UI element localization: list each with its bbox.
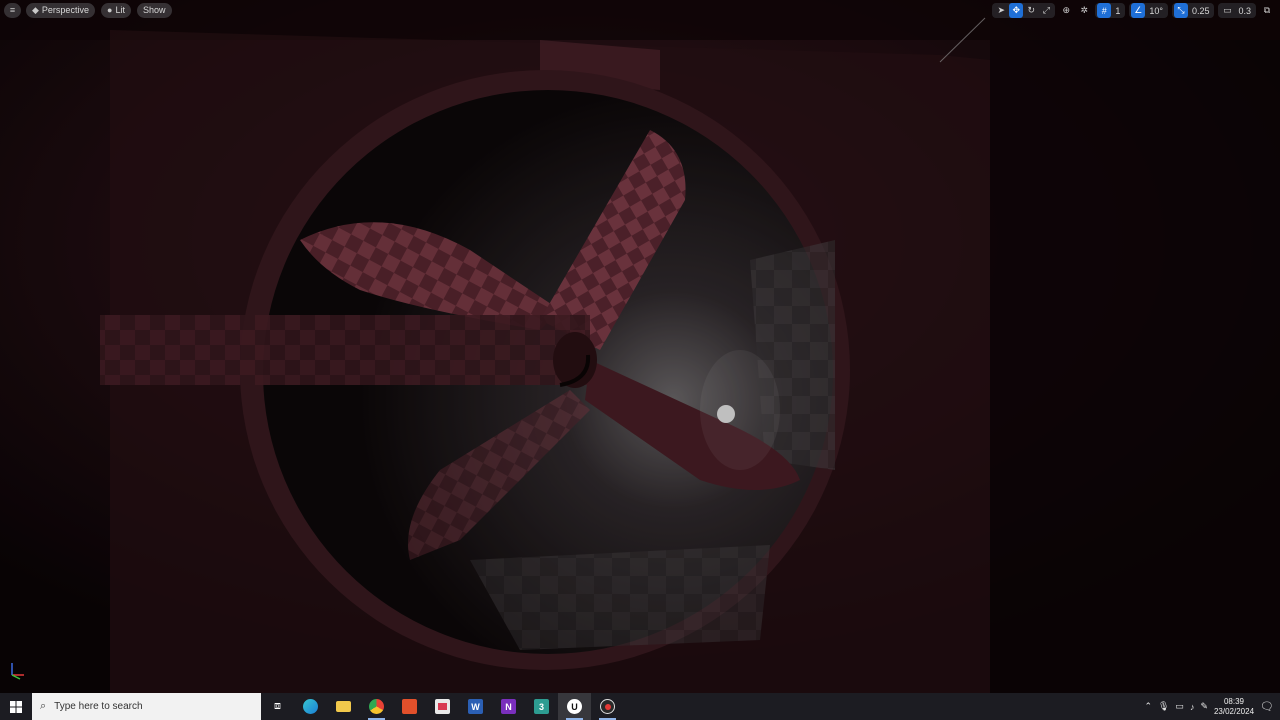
onenote-icon: N	[501, 699, 516, 714]
search-icon: ⌕	[40, 700, 47, 712]
scale-icon: ⤢	[1042, 5, 1050, 15]
scale-tool-button[interactable]: ⤢	[1039, 3, 1053, 18]
taskbar-app-word[interactable]: W	[459, 693, 492, 720]
taskbar-app-recorder[interactable]	[591, 693, 624, 720]
axis-gizmo-icon	[11, 663, 24, 680]
move-icon: ✥	[1012, 5, 1021, 15]
scale-snap-group: ⤡ 0.25	[1171, 3, 1215, 18]
windows-logo-icon	[10, 700, 22, 713]
grid-snap-value[interactable]: 1	[1112, 6, 1123, 16]
grid-icon: #	[1101, 5, 1107, 16]
windows-taskbar: ⌕ Type here to search ⧈ W N 3 U ⌃ 🎙 ▭ ♪ …	[0, 693, 1280, 720]
camera-speed-button[interactable]: ▭	[1220, 3, 1234, 18]
view-mode-button[interactable]: ◆ Perspective	[26, 3, 95, 18]
grid-snap-toggle[interactable]: #	[1097, 3, 1112, 18]
lighting-mode-label: Lit	[115, 5, 125, 15]
task-view-icon: ⧈	[274, 700, 281, 712]
pen-icon[interactable]: ✎	[1200, 701, 1208, 712]
grid-snap-group: # 1	[1095, 3, 1126, 18]
clock-date: 23/02/2024	[1213, 706, 1255, 716]
rotation-snap-group: ∠ 10°	[1129, 3, 1168, 18]
taskbar-app-chrome[interactable]	[360, 693, 393, 720]
clock-time: 08:39	[1223, 696, 1245, 706]
cube-icon: ◆	[32, 5, 39, 15]
rotation-snap-toggle[interactable]: ∠	[1131, 3, 1146, 18]
camera-icon: ▭	[1223, 5, 1232, 15]
globe-icon: ⊕	[1062, 5, 1071, 15]
hamburger-icon: ≡	[9, 5, 16, 15]
move-tool-button[interactable]: ✥	[1009, 3, 1024, 18]
edge-icon	[303, 699, 318, 714]
rotate-tool-button[interactable]: ↻	[1024, 3, 1038, 18]
world-local-toggle[interactable]: ⊕	[1059, 3, 1073, 18]
show-hidden-icons-button[interactable]: ⌃	[1144, 701, 1152, 712]
viewport-menu-button[interactable]: ≡	[4, 3, 21, 18]
taskbar-app-onenote[interactable]: N	[492, 693, 525, 720]
surface-snap-button[interactable]: ✲	[1077, 3, 1091, 18]
select-tool-button[interactable]: ➤	[994, 3, 1008, 18]
view-mode-label: Perspective	[41, 5, 89, 15]
store-icon	[435, 699, 450, 714]
record-icon	[600, 699, 615, 714]
taskbar-app-file-explorer[interactable]	[327, 693, 360, 720]
show-menu-button[interactable]: Show	[137, 3, 172, 18]
maximize-icon: ⧉	[1263, 5, 1271, 15]
lighting-mode-button[interactable]: ● Lit	[101, 3, 131, 18]
surface-snap-icon: ✲	[1080, 5, 1089, 15]
select-icon: ➤	[997, 5, 1006, 15]
scale-snap-value[interactable]: 0.25	[1189, 6, 1213, 16]
notifications-icon[interactable]: 🗨	[1260, 700, 1274, 713]
show-label: Show	[143, 5, 166, 15]
scale-snap-toggle[interactable]: ⤡	[1173, 3, 1188, 18]
task-view-button[interactable]: ⧈	[261, 693, 294, 720]
lit-sphere-icon: ●	[107, 5, 113, 15]
network-icon[interactable]: ▭	[1175, 701, 1184, 712]
maximize-viewport-button[interactable]: ⧉	[1260, 3, 1274, 18]
transform-tool-group: ➤ ✥ ↻ ⤢	[992, 3, 1056, 18]
taskbar-app-3[interactable]: 3	[525, 693, 558, 720]
office-icon	[402, 699, 417, 714]
chrome-icon	[369, 699, 384, 714]
taskbar-app-edge[interactable]	[294, 693, 327, 720]
start-button[interactable]	[0, 693, 32, 720]
clock[interactable]: 08:39 23/02/2024	[1214, 697, 1254, 717]
editor-viewport[interactable]: ≡ ◆ Perspective ● Lit Show ➤ ✥ ↻ ⤢ ⊕ ✲ #…	[0, 0, 1280, 693]
taskbar-search-box[interactable]: ⌕ Type here to search	[32, 693, 261, 720]
word-icon: W	[468, 699, 483, 714]
rotate-icon: ↻	[1027, 5, 1036, 15]
app-icon: 3	[534, 699, 549, 714]
taskbar-app-unreal-engine[interactable]: U	[558, 693, 591, 720]
viewport-transform-toolbar: ➤ ✥ ↻ ⤢ ⊕ ✲ # 1 ∠ 10° ⤡ 0.25 ▭ 0.3 ⧉	[992, 3, 1274, 18]
volume-icon[interactable]: ♪	[1190, 702, 1195, 712]
folder-icon	[336, 701, 351, 712]
taskbar-app-store[interactable]	[426, 693, 459, 720]
angle-icon: ∠	[1134, 5, 1143, 15]
unreal-icon: U	[567, 699, 582, 714]
search-placeholder: Type here to search	[54, 701, 143, 712]
microphone-icon[interactable]: 🎙	[1158, 701, 1169, 712]
scale-snap-icon: ⤡	[1177, 5, 1185, 15]
camera-speed-value[interactable]: 0.3	[1235, 6, 1254, 16]
camera-speed-group: ▭ 0.3	[1218, 3, 1256, 18]
rotation-snap-value[interactable]: 10°	[1146, 6, 1166, 16]
system-tray: ⌃ 🎙 ▭ ♪ ✎ 08:39 23/02/2024 🗨	[1144, 693, 1280, 720]
scene-render	[0, 0, 1280, 693]
taskbar-app-office[interactable]	[393, 693, 426, 720]
